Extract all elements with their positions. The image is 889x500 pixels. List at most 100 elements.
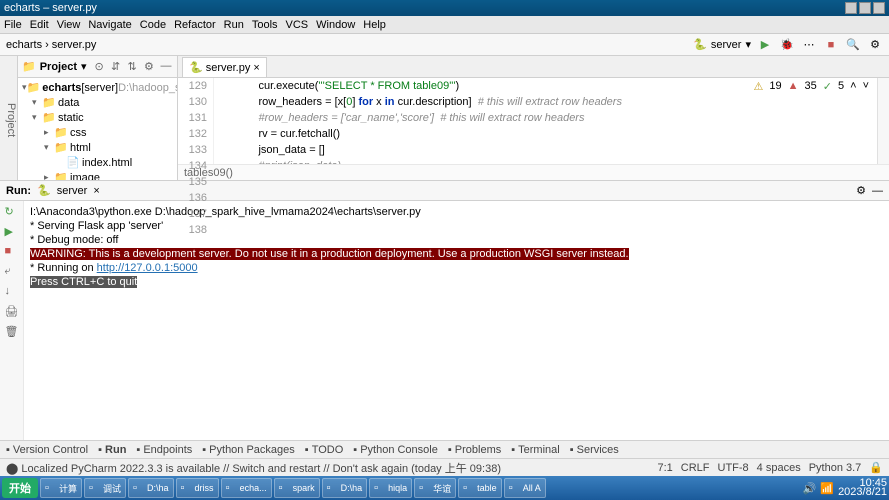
menu-vcs[interactable]: VCS bbox=[286, 19, 309, 31]
chevron-down-icon: ▾ bbox=[81, 60, 87, 73]
tool-tab-python-console[interactable]: ▪Python Console bbox=[353, 444, 438, 456]
clear-button[interactable]: 🗑 bbox=[5, 325, 19, 339]
project-tool-button[interactable]: Project bbox=[5, 103, 17, 137]
taskbar-item[interactable]: ▫华谊 bbox=[414, 478, 456, 498]
rerun-button[interactable]: ↻ bbox=[5, 205, 19, 219]
run-button[interactable]: ▶ bbox=[5, 225, 19, 239]
breadcrumb-root[interactable]: echarts bbox=[6, 39, 42, 51]
system-tray[interactable]: 🔊 📶 10:45 2023/8/21 bbox=[803, 479, 887, 497]
hide-button[interactable]: — bbox=[872, 185, 883, 197]
tool-tab-endpoints[interactable]: ▪Endpoints bbox=[136, 444, 192, 456]
menu-tools[interactable]: Tools bbox=[252, 19, 278, 31]
project-tree[interactable]: ▾📁echarts [server] D:\hadoop_spark_hive▾… bbox=[18, 78, 177, 180]
debug-button[interactable]: 🐞 bbox=[779, 37, 795, 53]
lock-icon[interactable]: 🔒 bbox=[869, 461, 883, 474]
expand-all-button[interactable]: ⇵ bbox=[111, 60, 124, 74]
soft-wrap-button[interactable]: ⤶ bbox=[5, 265, 19, 279]
chevron-down-icon[interactable]: ˅ bbox=[863, 80, 869, 93]
tool-tab-python-packages[interactable]: ▪Python Packages bbox=[202, 444, 295, 456]
status-message[interactable]: ⬤ Localized PyCharm 2022.3.3 is availabl… bbox=[6, 460, 501, 476]
settings-icon[interactable]: ⚙ bbox=[144, 60, 157, 74]
interpreter-info[interactable]: Python 3.7 bbox=[809, 462, 862, 474]
menu-view[interactable]: View bbox=[57, 19, 81, 31]
scroll-to-end-button[interactable]: ↓ bbox=[5, 285, 19, 299]
menu-refactor[interactable]: Refactor bbox=[174, 19, 216, 31]
inspection-widget[interactable]: ⚠19 ▲35 ✓5 ˄ ˅ bbox=[754, 80, 869, 93]
run-button[interactable]: ▶ bbox=[757, 37, 773, 53]
breadcrumb-file[interactable]: server.py bbox=[52, 39, 97, 51]
menu-run[interactable]: Run bbox=[224, 19, 244, 31]
taskbar-item[interactable]: ▫All A bbox=[504, 478, 546, 498]
menu-help[interactable]: Help bbox=[363, 19, 386, 31]
tree-item[interactable]: ▸📁css bbox=[18, 125, 177, 140]
code-editor[interactable]: 129130131132133134135136137138 cur.execu… bbox=[178, 78, 889, 164]
caret-position[interactable]: 7:1 bbox=[657, 462, 672, 474]
tray-icon[interactable]: 📶 bbox=[820, 482, 834, 495]
console-output[interactable]: I:\Anaconda3\python.exe D:\hadoop_spark_… bbox=[24, 201, 889, 440]
python-icon: 🐍 bbox=[693, 38, 707, 51]
minimize-button[interactable] bbox=[845, 2, 857, 14]
tool-tab-problems[interactable]: ▪Problems bbox=[448, 444, 501, 456]
editor-breadcrumb[interactable]: tables09() bbox=[178, 164, 889, 180]
menu-navigate[interactable]: Navigate bbox=[88, 19, 131, 31]
typo-icon: ✓ bbox=[823, 80, 832, 93]
tree-item[interactable]: 📄index.html bbox=[18, 155, 177, 170]
tree-item[interactable]: ▾📁static bbox=[18, 110, 177, 125]
taskbar-item[interactable]: ▫table bbox=[458, 478, 502, 498]
run-config-label: server bbox=[57, 185, 88, 197]
file-encoding[interactable]: UTF-8 bbox=[718, 462, 749, 474]
taskbar-item[interactable]: ▫driss bbox=[176, 478, 219, 498]
hide-button[interactable]: — bbox=[161, 60, 174, 74]
run-tool-window: Run: 🐍 server × ⚙ — ↻ ▶ ■ ⤶ ↓ 🖨 🗑 I:\Ana… bbox=[0, 180, 889, 440]
run-config-selector[interactable]: 🐍 server ▾ bbox=[693, 38, 751, 51]
close-button[interactable] bbox=[873, 2, 885, 14]
taskbar-item[interactable]: ▫hiqla bbox=[369, 478, 412, 498]
taskbar-item[interactable]: ▫D:\ha bbox=[128, 478, 174, 498]
project-view-selector[interactable]: Project bbox=[40, 61, 77, 73]
taskbar-item[interactable]: ▫调试 bbox=[84, 478, 126, 498]
left-tool-stripe[interactable]: Project bbox=[0, 56, 18, 180]
chevron-up-icon[interactable]: ˄ bbox=[850, 80, 856, 93]
tree-item[interactable]: ▾📁html bbox=[18, 140, 177, 155]
error-stripe[interactable] bbox=[877, 78, 889, 164]
project-tree-panel: 📁 Project ▾ ⊙ ⇵ ⇅ ⚙ — ▾📁echarts [server]… bbox=[18, 56, 178, 180]
tree-item[interactable]: ▾📁data bbox=[18, 95, 177, 110]
editor-tab-server[interactable]: 🐍 server.py × bbox=[182, 57, 267, 77]
search-everywhere-button[interactable]: 🔍 bbox=[845, 37, 861, 53]
more-run-button[interactable]: ⋯ bbox=[801, 37, 817, 53]
tool-tab-todo[interactable]: ▪TODO bbox=[305, 444, 343, 456]
tool-tab-version-control[interactable]: ▪Version Control bbox=[6, 444, 88, 456]
tray-icon[interactable]: 🔊 bbox=[803, 482, 817, 495]
taskbar-item[interactable]: ▫D:\ha bbox=[322, 478, 368, 498]
indent-info[interactable]: 4 spaces bbox=[757, 462, 801, 474]
server-url-link[interactable]: http://127.0.0.1:5000 bbox=[97, 262, 198, 274]
taskbar-item[interactable]: ▫计算 bbox=[40, 478, 82, 498]
tree-root[interactable]: ▾📁echarts [server] D:\hadoop_spark_hive bbox=[18, 80, 177, 95]
taskbar-clock[interactable]: 10:45 2023/8/21 bbox=[838, 479, 887, 497]
collapse-all-button[interactable]: ⇅ bbox=[128, 60, 141, 74]
breadcrumb[interactable]: echarts › server.py bbox=[6, 39, 96, 51]
settings-icon[interactable]: ⚙ bbox=[856, 184, 866, 197]
tool-tab-run[interactable]: ▪Run bbox=[98, 444, 126, 456]
tree-item[interactable]: ▸📁image bbox=[18, 170, 177, 180]
settings-button[interactable]: ⚙ bbox=[867, 37, 883, 53]
run-title: Run: bbox=[6, 185, 31, 197]
tool-tab-services[interactable]: ▪Services bbox=[570, 444, 619, 456]
tool-tab-terminal[interactable]: ▪Terminal bbox=[511, 444, 559, 456]
menu-window[interactable]: Window bbox=[316, 19, 355, 31]
menu-file[interactable]: File bbox=[4, 19, 22, 31]
menu-code[interactable]: Code bbox=[140, 19, 166, 31]
start-button[interactable]: 开始 bbox=[2, 478, 38, 498]
console-line: * Debug mode: off bbox=[30, 233, 883, 247]
print-button[interactable]: 🖨 bbox=[5, 305, 19, 319]
stop-button[interactable]: ■ bbox=[5, 245, 19, 259]
taskbar-item[interactable]: ▫echa... bbox=[221, 478, 272, 498]
maximize-button[interactable] bbox=[859, 2, 871, 14]
select-opened-file-button[interactable]: ⊙ bbox=[95, 60, 108, 74]
close-icon[interactable]: × bbox=[253, 62, 259, 74]
menu-edit[interactable]: Edit bbox=[30, 19, 49, 31]
close-icon[interactable]: × bbox=[93, 185, 99, 197]
line-separator[interactable]: CRLF bbox=[681, 462, 710, 474]
taskbar-item[interactable]: ▫spark bbox=[274, 478, 320, 498]
stop-button[interactable]: ■ bbox=[823, 37, 839, 53]
